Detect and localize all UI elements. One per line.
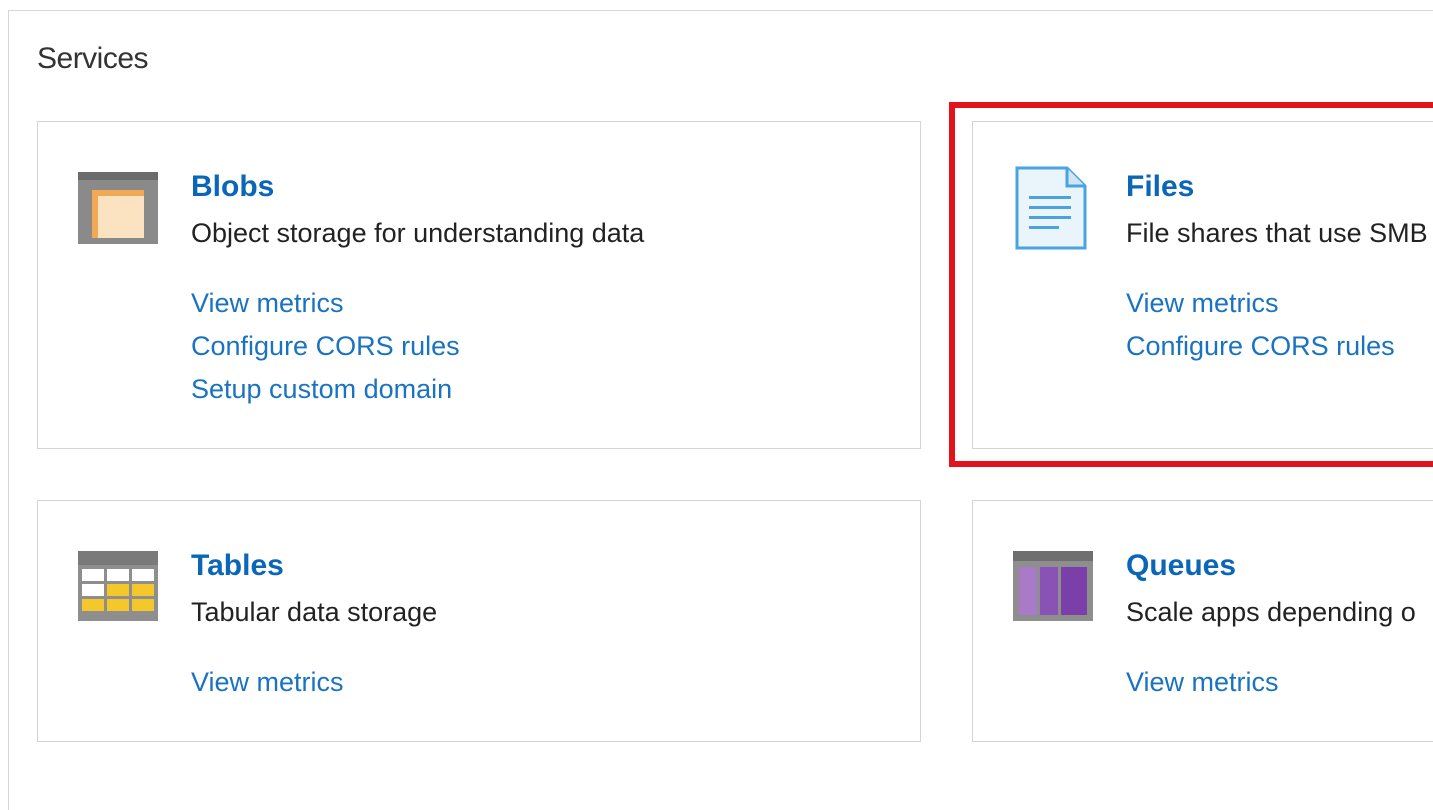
section-title: Services — [37, 42, 149, 75]
tables-description: Tabular data storage — [191, 597, 438, 627]
queues-card[interactable]: Queues Scale apps depending o View metri… — [972, 500, 1433, 742]
files-description: File shares that use SMB — [1126, 218, 1428, 248]
queues-description: Scale apps depending o — [1126, 597, 1416, 627]
table-storage-icon — [78, 551, 158, 626]
blobs-view-metrics-link[interactable]: View metrics — [191, 282, 460, 325]
blobs-card[interactable]: Blobs Object storage for understanding d… — [37, 121, 921, 449]
queues-view-metrics-link[interactable]: View metrics — [1126, 661, 1279, 704]
files-view-metrics-link[interactable]: View metrics — [1126, 282, 1395, 325]
files-title[interactable]: Files — [1126, 170, 1194, 204]
queue-storage-icon — [1013, 551, 1093, 626]
tables-card[interactable]: Tables Tabular data storage View metrics — [37, 500, 921, 742]
queues-title[interactable]: Queues — [1126, 549, 1236, 583]
files-configure-cors-link[interactable]: Configure CORS rules — [1126, 325, 1395, 368]
tables-view-metrics-link[interactable]: View metrics — [191, 661, 344, 704]
files-card[interactable]: Files File shares that use SMB View metr… — [972, 121, 1433, 449]
blobs-setup-domain-link[interactable]: Setup custom domain — [191, 368, 460, 411]
tables-title[interactable]: Tables — [191, 549, 284, 583]
blobs-title[interactable]: Blobs — [191, 170, 274, 204]
blobs-configure-cors-link[interactable]: Configure CORS rules — [191, 325, 460, 368]
blobs-description: Object storage for understanding data — [191, 218, 645, 248]
blob-storage-icon — [78, 172, 158, 249]
file-share-icon — [1015, 166, 1087, 255]
